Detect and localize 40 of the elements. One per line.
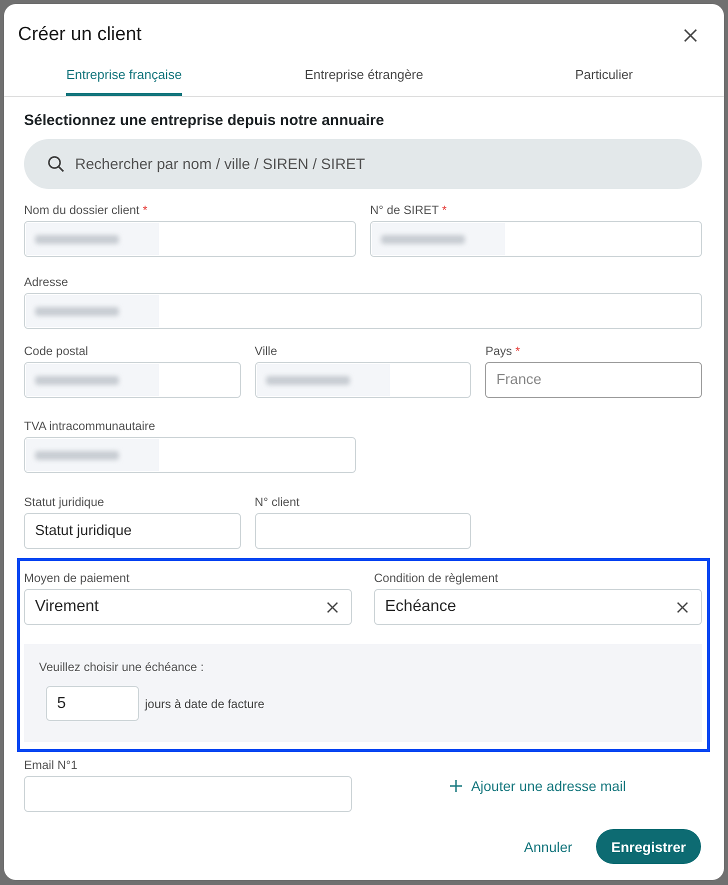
field-label: Condition de règlement	[374, 570, 498, 586]
field-label: TVA intracommunautaire	[24, 418, 156, 434]
panel-prompt: Veuillez choisir une échéance :	[39, 659, 205, 675]
days-input-field[interactable]: 5	[46, 686, 139, 721]
field-label: Statut juridique	[24, 494, 104, 510]
close-icon[interactable]	[684, 28, 697, 42]
section-heading: Sélectionnez une entreprise depuis notre annuaire	[24, 111, 386, 131]
input-field[interactable]	[24, 437, 356, 473]
plus-icon	[450, 780, 462, 792]
search-icon	[48, 156, 64, 172]
dialog-title: Créer un client	[18, 23, 142, 47]
input-field[interactable]	[24, 293, 702, 329]
tab[interactable]: Particulier	[575, 56, 633, 96]
input-field[interactable]	[24, 221, 356, 257]
search-field[interactable]: Rechercher par nom / ville / SIREN / SIRET	[24, 139, 702, 189]
input-field[interactable]	[24, 362, 241, 398]
add-email-link[interactable]: Ajouter une adresse mail	[450, 778, 626, 794]
clear-icon[interactable]	[327, 602, 338, 612]
field-label: Moyen de paiement	[24, 570, 130, 586]
tab[interactable]: Entreprise française	[66, 56, 182, 96]
field-label: Email N°1	[24, 757, 78, 773]
tab[interactable]: Entreprise étrangère	[304, 56, 424, 96]
input-field[interactable]	[24, 776, 352, 812]
input-field[interactable]: Statut juridique	[24, 513, 241, 549]
field-label: Nom du dossier client *	[24, 202, 148, 218]
days-suffix: jours à date de facture	[145, 696, 264, 710]
select-field[interactable]: Echéance	[374, 589, 702, 625]
select-field[interactable]: Virement	[24, 589, 352, 625]
field-label: Pays *	[485, 343, 520, 359]
field-label: Ville	[254, 343, 278, 359]
cancel-button[interactable]: Annuler	[524, 838, 572, 854]
input-field[interactable]	[254, 362, 472, 398]
input-field[interactable]	[254, 513, 472, 549]
field-label: N° client	[254, 494, 300, 510]
field-label: Adresse	[24, 274, 68, 290]
save-button[interactable]: Enregistrer	[596, 829, 701, 864]
clear-icon[interactable]	[677, 602, 688, 612]
field-label: N° de SIRET *	[370, 202, 447, 218]
input-field[interactable]	[370, 221, 702, 257]
field-label: Code postal	[24, 343, 88, 359]
